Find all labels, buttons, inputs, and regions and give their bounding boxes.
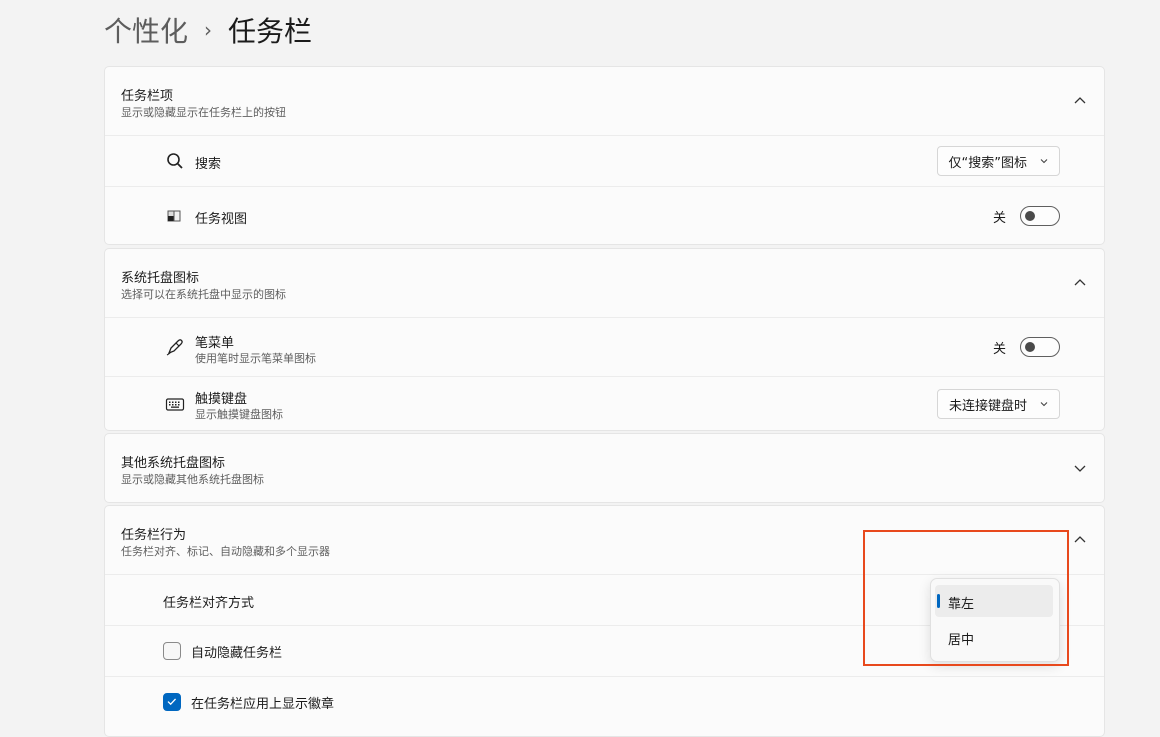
toggle-state-text: 关 [992, 341, 1006, 357]
touch-keyboard-dropdown[interactable]: 未连接键盘时 [936, 389, 1060, 419]
pen-menu-row: 笔菜单 使用笔时显示笔菜单图标 关 [105, 317, 1104, 376]
tray-icons-header[interactable]: 系统托盘图标 选择可以在系统托盘中显示的图标 [105, 249, 1104, 317]
auto-hide-label: 自动隐藏任务栏 [191, 646, 283, 661]
chevron-up-icon[interactable] [1074, 95, 1086, 107]
chevron-up-icon[interactable] [1074, 534, 1086, 546]
badges-checkbox[interactable] [163, 693, 181, 711]
section-title: 系统托盘图标 [121, 271, 200, 286]
highlight-box [863, 530, 1069, 666]
section-description: 显示或隐藏其他系统托盘图标 [121, 473, 264, 486]
pen-menu-description: 使用笔时显示笔菜单图标 [195, 352, 316, 365]
toggle-knob [1025, 342, 1035, 352]
tray-icons-card: 系统托盘图标 选择可以在系统托盘中显示的图标 笔菜单 使用笔时显示笔菜单图标 关… [104, 248, 1105, 431]
toggle-state-text: 关 [992, 210, 1006, 226]
chevron-down-icon [1040, 159, 1048, 164]
section-title: 任务栏项 [121, 89, 174, 104]
touch-keyboard-dropdown-value: 未连接键盘时 [948, 398, 1027, 414]
toggle-knob [1025, 211, 1035, 221]
auto-hide-checkbox[interactable] [163, 642, 181, 660]
section-title: 任务栏行为 [121, 528, 187, 543]
search-row: 搜索 仅“搜索”图标 [105, 135, 1104, 186]
chevron-up-icon[interactable] [1074, 277, 1086, 289]
pen-menu-toggle-group: 关 [993, 337, 1060, 357]
section-title: 其他系统托盘图标 [121, 456, 226, 471]
chevron-right-icon: › [204, 18, 213, 42]
task-view-row: 任务视图 关 [105, 186, 1104, 244]
pen-menu-toggle[interactable] [1020, 337, 1060, 357]
task-view-label: 任务视图 [195, 212, 248, 227]
touch-keyboard-description: 显示触摸键盘图标 [195, 408, 283, 421]
section-description: 任务栏对齐、标记、自动隐藏和多个显示器 [121, 545, 330, 558]
taskbar-items-header[interactable]: 任务栏项 显示或隐藏显示在任务栏上的按钮 [105, 67, 1104, 135]
search-label: 搜索 [195, 157, 222, 172]
other-tray-header[interactable]: 其他系统托盘图标 显示或隐藏其他系统托盘图标 [105, 434, 1104, 502]
task-view-icon [167, 210, 181, 222]
touch-keyboard-label: 触摸键盘 [195, 392, 248, 407]
breadcrumb-parent[interactable]: 个性化 [104, 10, 188, 50]
checkmark-icon [167, 698, 177, 706]
badges-label: 在任务栏应用上显示徽章 [191, 697, 335, 712]
task-view-toggle-group: 关 [993, 206, 1060, 226]
search-dropdown[interactable]: 仅“搜索”图标 [936, 146, 1060, 176]
other-tray-card[interactable]: 其他系统托盘图标 显示或隐藏其他系统托盘图标 [104, 433, 1105, 503]
page-title: 任务栏 [228, 15, 313, 48]
search-dropdown-value: 仅“搜索”图标 [948, 155, 1027, 171]
keyboard-icon [165, 398, 185, 411]
chevron-down-icon[interactable] [1074, 462, 1086, 474]
alignment-label: 任务栏对齐方式 [163, 596, 255, 611]
section-description: 显示或隐藏显示在任务栏上的按钮 [121, 106, 286, 119]
pen-icon [166, 339, 183, 356]
task-view-toggle[interactable] [1020, 206, 1060, 226]
taskbar-items-card: 任务栏项 显示或隐藏显示在任务栏上的按钮 搜索 仅“搜索”图标 任务视图 关 [104, 66, 1105, 245]
section-description: 选择可以在系统托盘中显示的图标 [121, 288, 286, 301]
chevron-down-icon [1040, 402, 1048, 407]
search-icon [167, 153, 183, 169]
breadcrumb: 个性化 › 任务栏 [104, 10, 312, 50]
pen-menu-label: 笔菜单 [195, 336, 235, 351]
badges-row: 在任务栏应用上显示徽章 [105, 676, 1104, 736]
touch-keyboard-row: 触摸键盘 显示触摸键盘图标 未连接键盘时 [105, 376, 1104, 430]
